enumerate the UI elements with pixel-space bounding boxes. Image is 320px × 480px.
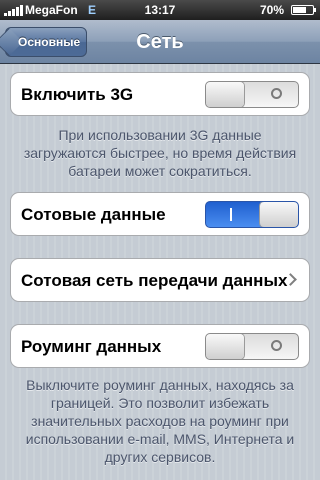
cellular-network-cell[interactable]: Сотовая сеть передачи данных <box>10 258 310 302</box>
settings-list[interactable]: Включить 3G При использовании 3G данные … <box>0 64 320 480</box>
data-roaming-cell: Роуминг данных <box>10 324 310 368</box>
battery-icon <box>291 5 316 15</box>
battery-percent: 70% <box>259 3 284 17</box>
enable-3g-label: Включить 3G <box>21 85 134 104</box>
roaming-footnote: Выключите роуминг данных, находясь за гр… <box>25 377 295 465</box>
toggle-knob <box>206 334 244 359</box>
cellular-data-toggle[interactable] <box>205 201 299 228</box>
navigation-bar: Основные Сеть <box>0 20 320 64</box>
toggle-on-icon <box>230 208 232 221</box>
toggle-knob <box>206 82 244 107</box>
data-roaming-label: Роуминг данных <box>21 337 162 356</box>
page-title: Сеть <box>136 31 184 53</box>
toggle-off-icon <box>271 88 282 99</box>
enable-3g-footnote: При использовании 3G данные загружаются … <box>23 127 297 179</box>
enable-3g-cell: Включить 3G <box>10 72 310 116</box>
cellular-data-cell: Сотовые данные <box>10 192 310 236</box>
enable-3g-toggle[interactable] <box>205 81 299 108</box>
toggle-off-icon <box>271 340 282 351</box>
toggle-knob <box>260 202 298 227</box>
cellular-network-label: Сотовая сеть передачи данных <box>21 271 288 290</box>
data-roaming-toggle[interactable] <box>205 333 299 360</box>
status-bar: MegaFon E 13:17 70% <box>0 0 320 20</box>
cellular-data-label: Сотовые данные <box>21 205 166 224</box>
